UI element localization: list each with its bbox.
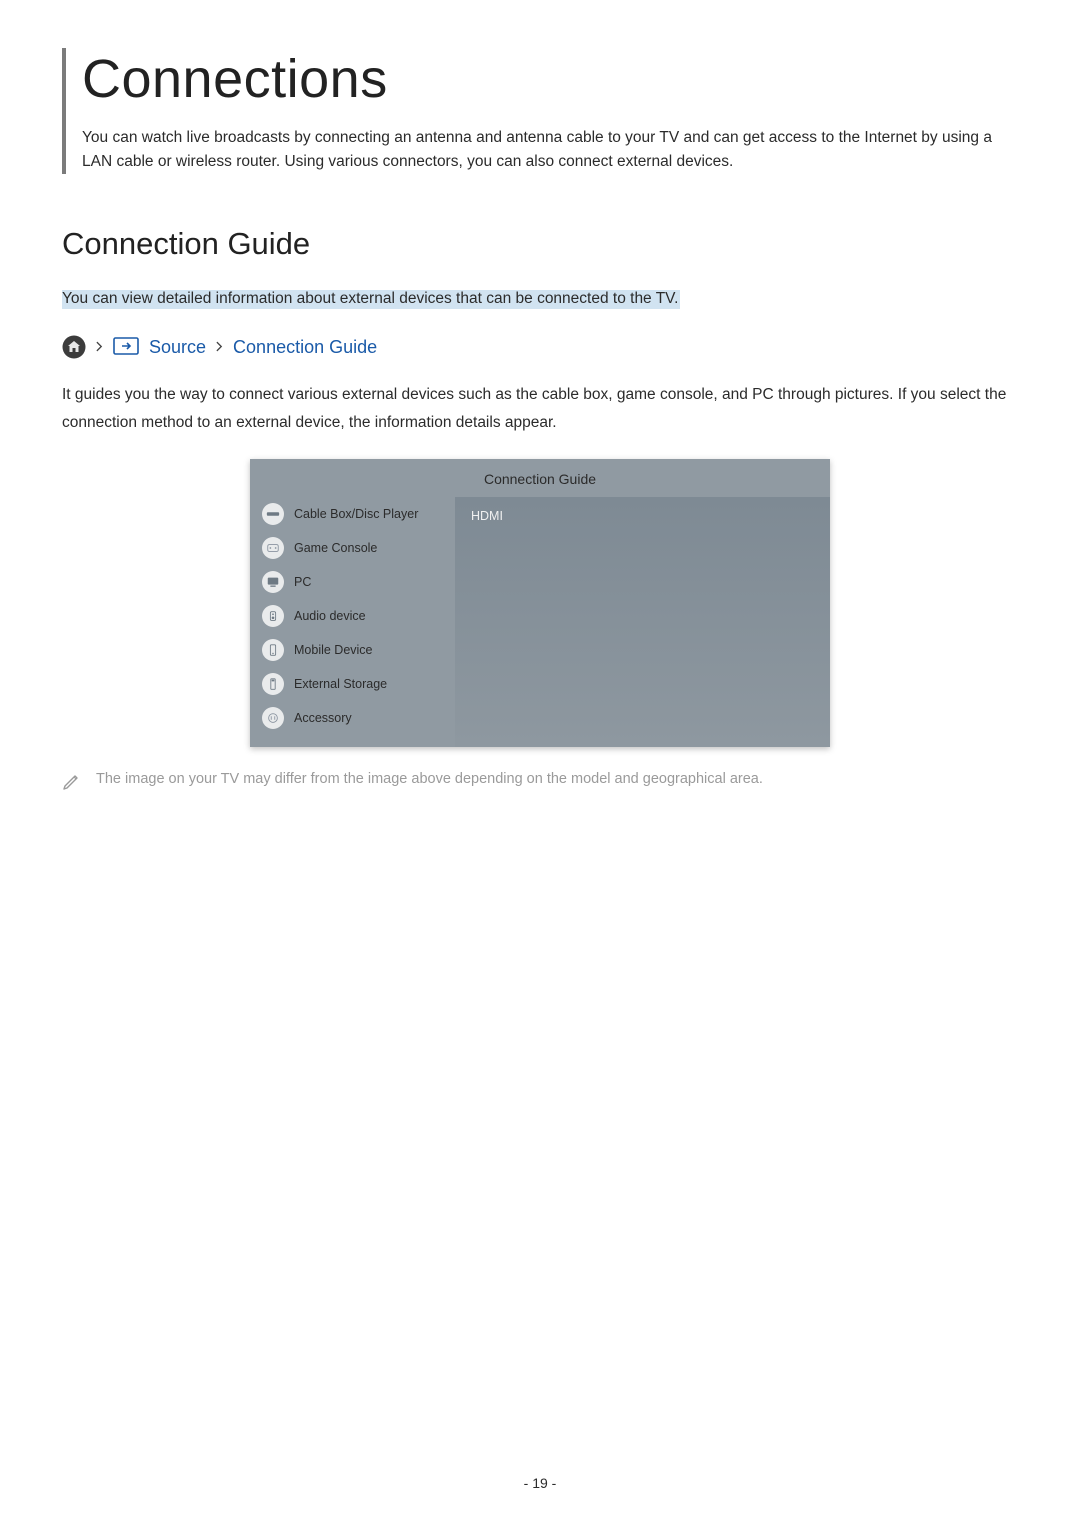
section-body: It guides you the way to connect various…	[62, 381, 1018, 437]
tv-screenshot: Connection Guide Cable Box/Disc Player G…	[250, 459, 830, 747]
chevron-right-icon	[96, 339, 103, 355]
tv-item-label: Audio device	[294, 609, 366, 623]
tv-header: Connection Guide	[250, 459, 830, 497]
note-row: The image on your TV may differ from the…	[62, 771, 1018, 790]
tv-item-pc[interactable]: PC	[258, 565, 455, 599]
tv-item-mobile[interactable]: Mobile Device	[258, 633, 455, 667]
page-title: Connections	[82, 48, 1018, 110]
title-block: Connections You can watch live broadcast…	[62, 48, 1018, 174]
gamepad-icon	[262, 537, 284, 559]
tv-sidebar: Cable Box/Disc Player Game Console PC	[250, 497, 455, 747]
tv-item-accessory[interactable]: Accessory	[258, 701, 455, 735]
tv-item-label: PC	[294, 575, 311, 589]
nav-path: Source Connection Guide	[62, 335, 1018, 359]
tv-item-label: Game Console	[294, 541, 377, 555]
tv-item-label: Mobile Device	[294, 643, 373, 657]
tv-item-cable-box[interactable]: Cable Box/Disc Player	[258, 497, 455, 531]
page-number: - 19 -	[0, 1475, 1080, 1491]
tv-item-storage[interactable]: External Storage	[258, 667, 455, 701]
nav-source-text: Source	[149, 337, 206, 358]
chevron-right-icon	[216, 339, 223, 355]
tv-item-label: External Storage	[294, 677, 387, 691]
tv-item-audio[interactable]: Audio device	[258, 599, 455, 633]
tv-item-label: Cable Box/Disc Player	[294, 507, 418, 521]
nav-guide-text: Connection Guide	[233, 337, 377, 358]
storage-icon	[262, 673, 284, 695]
section-summary-wrap: You can view detailed information about …	[62, 290, 1018, 335]
page-intro: You can watch live broadcasts by connect…	[82, 126, 1018, 174]
tv-item-game-console[interactable]: Game Console	[258, 531, 455, 565]
section-heading: Connection Guide	[62, 226, 1018, 262]
source-icon	[113, 337, 139, 357]
section-summary: You can view detailed information about …	[62, 290, 680, 309]
note-text: The image on your TV may differ from the…	[96, 771, 763, 787]
audio-icon	[262, 605, 284, 627]
pc-icon	[262, 571, 284, 593]
tv-detail-panel: HDMI	[455, 497, 830, 747]
disc-icon	[262, 503, 284, 525]
accessory-icon	[262, 707, 284, 729]
title-accent-bar	[62, 48, 66, 174]
mobile-icon	[262, 639, 284, 661]
tv-detail-label: HDMI	[471, 509, 503, 523]
home-icon	[62, 335, 86, 359]
note-icon	[62, 772, 80, 790]
tv-item-label: Accessory	[294, 711, 352, 725]
